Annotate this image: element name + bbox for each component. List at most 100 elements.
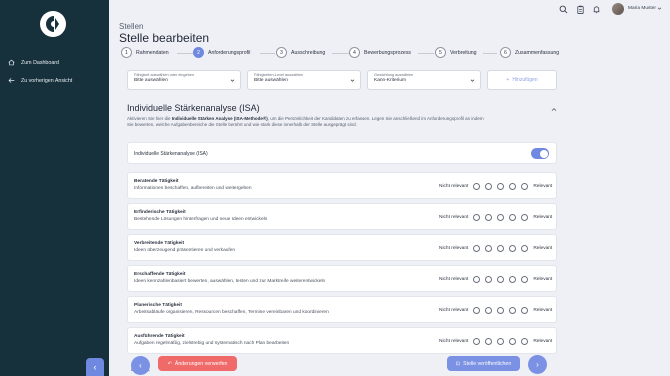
undo-icon: ↶ bbox=[167, 360, 172, 367]
relevance-radio-1[interactable] bbox=[473, 307, 481, 314]
isa-row-title: Erschaffende Tätigkeit bbox=[134, 272, 186, 277]
step-bewerbungsprozess[interactable]: 4 Bewerbungsprozess bbox=[349, 47, 411, 58]
skill-select[interactable]: Fähigkeit auswählen oder eingeben Bitte … bbox=[127, 70, 241, 90]
relevance-radio-3[interactable] bbox=[497, 338, 505, 345]
relevance-radio-2[interactable] bbox=[485, 307, 493, 314]
isa-row-title: Erfinderische Tätigkeit bbox=[134, 210, 186, 215]
scale-low-label: Nicht relevant bbox=[439, 246, 469, 251]
step-verbreitung[interactable]: 5 Verbreitung bbox=[435, 47, 477, 58]
relevance-radio-4[interactable] bbox=[509, 307, 517, 314]
relevance-radio-1[interactable] bbox=[473, 214, 481, 221]
relevance-radio-2[interactable] bbox=[485, 245, 493, 252]
bell-icon bbox=[593, 5, 599, 13]
relevance-scale: Nicht relevant Relevant bbox=[439, 307, 552, 314]
isa-row-description: Bestehende Lösungen hinterfragen und neu… bbox=[134, 217, 268, 222]
relevance-radio-2[interactable] bbox=[485, 183, 493, 190]
relevance-radio-3[interactable] bbox=[497, 214, 505, 221]
app-logo[interactable] bbox=[39, 10, 67, 38]
isa-row-description: Aufgaben regelmäßig, zielstrebig und sys… bbox=[134, 341, 290, 346]
isa-toggle-switch[interactable] bbox=[531, 148, 549, 159]
relevance-radio-4[interactable] bbox=[509, 338, 517, 345]
plus-icon: + bbox=[506, 77, 510, 83]
relevance-radio-4[interactable] bbox=[509, 245, 517, 252]
relevance-scale: Nicht relevant Relevant bbox=[439, 214, 552, 221]
sidebar-item-label: Zu vorherigen Ansicht bbox=[21, 77, 73, 84]
skill-level-select-label: Fähigkeiten-Level auswählen bbox=[254, 73, 304, 77]
relevance-radio-2[interactable] bbox=[485, 276, 493, 283]
step-ausschreibung[interactable]: 3 Ausschreibung bbox=[276, 47, 325, 58]
relevance-radio-4[interactable] bbox=[509, 183, 517, 190]
step-label: Anforderungsprofil bbox=[208, 49, 251, 56]
step-label: Rahmendaten bbox=[136, 49, 169, 56]
clipboard-icon bbox=[576, 5, 584, 14]
relevance-radio-5[interactable] bbox=[521, 307, 529, 314]
prev-step-button[interactable]: ‹ bbox=[131, 356, 150, 375]
relevance-radio-1[interactable] bbox=[473, 183, 481, 190]
discard-changes-button[interactable]: ↶ Änderungen verwerfen bbox=[158, 356, 237, 371]
skill-level-select-value: Bitte auswählen bbox=[254, 78, 288, 83]
isa-desc-bold: Individuelle Stärken Analyse (ISA-Method… bbox=[171, 116, 268, 121]
step-anforderungsprofil[interactable]: 2 Anforderungsprofil bbox=[193, 47, 250, 58]
isa-row: Erfinderische Tätigkeit Bestehende Lösung… bbox=[127, 203, 557, 230]
relevance-radio-2[interactable] bbox=[485, 338, 493, 345]
relevance-radio-5[interactable] bbox=[521, 183, 529, 190]
relevance-radio-5[interactable] bbox=[521, 245, 529, 252]
weighting-select-value: Kann-Kriterium bbox=[374, 78, 406, 83]
add-skill-button[interactable]: + Hinzufügen bbox=[487, 70, 557, 90]
sidebar-item-back[interactable]: Zu vorherigen Ansicht bbox=[8, 77, 72, 84]
publish-job-button[interactable]: ⊡ Stelle veröffentlichen bbox=[447, 356, 520, 371]
relevance-scale: Nicht relevant Relevant bbox=[439, 245, 552, 252]
skill-level-select[interactable]: Fähigkeiten-Level auswählen Bitte auswäh… bbox=[247, 70, 361, 90]
isa-row: Planerische Tätigkeit Arbeitsabläufe orga… bbox=[127, 296, 557, 323]
step-connector bbox=[483, 53, 497, 54]
skill-select-label: Fähigkeit auswählen oder eingeben bbox=[134, 73, 194, 77]
relevance-radio-4[interactable] bbox=[509, 214, 517, 221]
home-icon bbox=[8, 59, 15, 66]
scale-high-label: Relevant bbox=[533, 308, 553, 313]
collapse-sidebar-button[interactable]: ‹ bbox=[86, 358, 104, 376]
weighting-select[interactable]: Gewichtung auswählen Kann-Kriterium bbox=[367, 70, 481, 90]
next-step-button[interactable]: › bbox=[528, 355, 547, 374]
relevance-radio-3[interactable] bbox=[497, 276, 505, 283]
scale-low-label: Nicht relevant bbox=[439, 215, 469, 220]
scale-high-label: Relevant bbox=[533, 339, 553, 344]
relevance-scale: Nicht relevant Relevant bbox=[439, 276, 552, 283]
page-subtitle: Stellen bbox=[119, 22, 144, 31]
isa-heading: Individuelle Stärkenanalyse (ISA) bbox=[127, 103, 260, 113]
isa-row-description: Ideen überzeugend präsentieren und verka… bbox=[134, 248, 236, 253]
step-rahmendaten[interactable]: 1 Rahmendaten bbox=[121, 47, 169, 58]
isa-row-title: Planerische Tätigkeit bbox=[134, 303, 182, 308]
relevance-radio-2[interactable] bbox=[485, 214, 493, 221]
step-connector bbox=[260, 53, 275, 54]
isa-row: Erschaffende Tätigkeit Ideen kennzahlenba… bbox=[127, 265, 557, 292]
isa-row: Ausführende Tätigkeit Aufgaben regelmäßig… bbox=[127, 327, 557, 354]
relevance-radio-5[interactable] bbox=[521, 276, 529, 283]
step-zusammenfassung[interactable]: 6 Zusammenfassung bbox=[500, 47, 559, 58]
isa-toggle-card: Individuelle Stärkenanalyse (ISA) bbox=[127, 142, 557, 164]
relevance-radio-4[interactable] bbox=[509, 276, 517, 283]
step-label: Ausschreibung bbox=[291, 49, 326, 56]
isa-row-description: Arbeitsabläufe organisieren, Ressourcen … bbox=[134, 310, 329, 315]
relevance-radio-5[interactable] bbox=[521, 338, 529, 345]
search-button[interactable] bbox=[558, 4, 568, 14]
user-menu[interactable]: Maria Muster bbox=[628, 6, 662, 11]
notifications-button[interactable] bbox=[591, 4, 601, 14]
step-number: 6 bbox=[500, 47, 511, 58]
username: Maria Muster bbox=[628, 6, 656, 11]
chevron-down-icon bbox=[657, 7, 662, 10]
relevance-radio-5[interactable] bbox=[521, 214, 529, 221]
sidebar-item-dashboard[interactable]: Zum Dashboard bbox=[8, 59, 59, 66]
relevance-radio-1[interactable] bbox=[473, 245, 481, 252]
relevance-radio-1[interactable] bbox=[473, 276, 481, 283]
step-label: Bewerbungsprozess bbox=[364, 49, 412, 56]
chevron-up-icon[interactable] bbox=[551, 107, 557, 112]
relevance-radio-1[interactable] bbox=[473, 338, 481, 345]
relevance-radio-3[interactable] bbox=[497, 307, 505, 314]
arrow-left-icon bbox=[8, 78, 15, 83]
relevance-radio-3[interactable] bbox=[497, 245, 505, 252]
avatar[interactable] bbox=[612, 3, 624, 15]
clipboard-button[interactable] bbox=[575, 4, 585, 14]
relevance-radio-3[interactable] bbox=[497, 183, 505, 190]
search-icon bbox=[559, 5, 567, 13]
step-number: 5 bbox=[435, 47, 446, 58]
